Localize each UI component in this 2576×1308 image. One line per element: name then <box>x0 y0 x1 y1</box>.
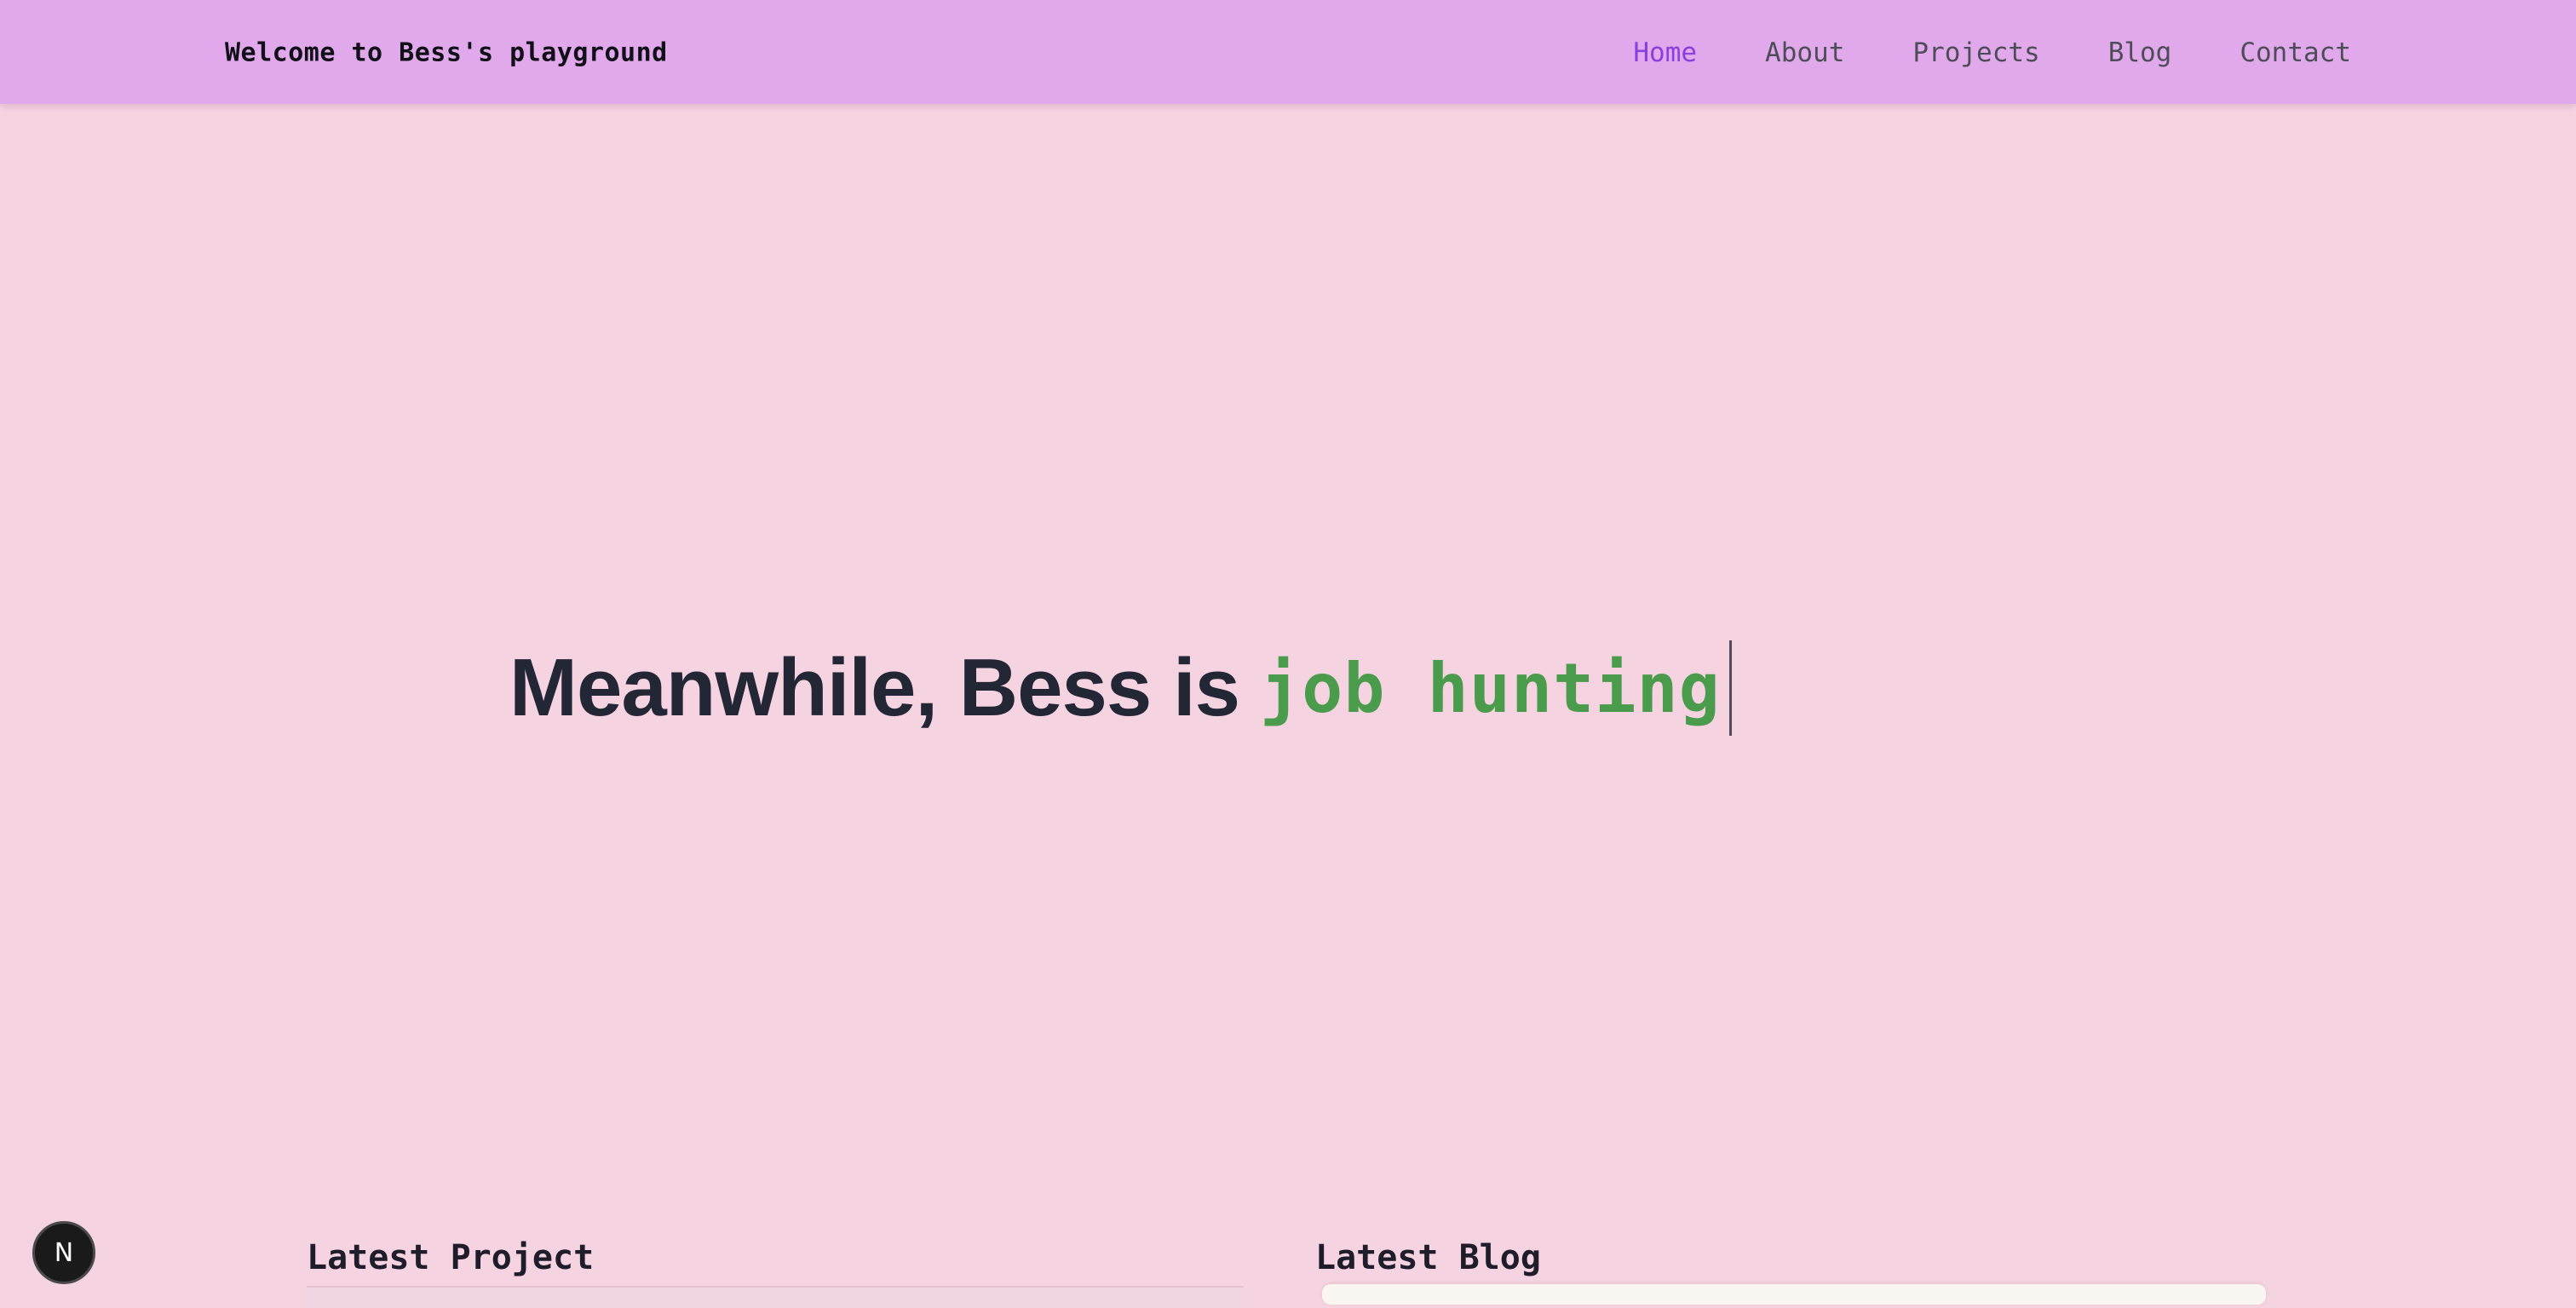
nav-link-projects[interactable]: Projects <box>1912 37 2039 68</box>
latest-blog-card[interactable] <box>1322 1284 2266 1305</box>
typing-cursor <box>1728 640 1732 736</box>
nav-link-about[interactable]: About <box>1765 37 1844 68</box>
nav-link-blog[interactable]: Blog <box>2108 37 2172 68</box>
main-nav: Home About Projects Blog Contact <box>1633 37 2351 68</box>
hero-typed-text: job hunting <box>1260 648 1721 728</box>
nav-link-contact[interactable]: Contact <box>2240 37 2351 68</box>
site-brand-title[interactable]: Welcome to Bess's playground <box>225 38 668 68</box>
latest-project-heading: Latest Project <box>307 1238 595 1278</box>
hero-headline: Meanwhile, Bess is job hunting <box>509 640 1732 736</box>
nav-link-home[interactable]: Home <box>1633 37 1697 68</box>
latest-blog-heading: Latest Blog <box>1315 1238 1541 1278</box>
hero-prefix-text: Meanwhile, Bess is <box>509 642 1240 733</box>
top-navbar: Welcome to Bess's playground Home About … <box>0 0 2576 104</box>
nextjs-badge-letter: N <box>54 1237 74 1268</box>
nextjs-logo-icon[interactable]: N <box>32 1221 95 1284</box>
